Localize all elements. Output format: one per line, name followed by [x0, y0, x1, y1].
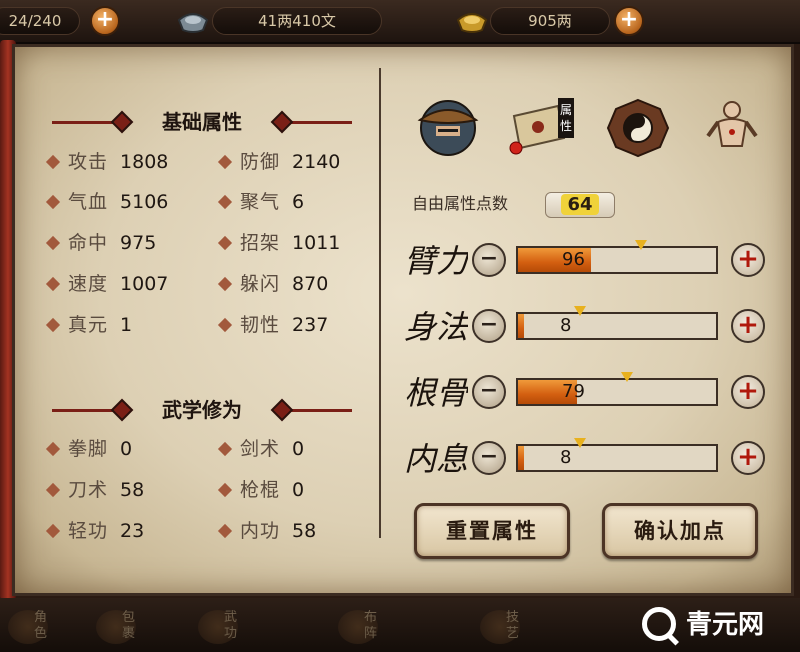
stat-spear-staff: 枪棍 0 — [216, 478, 304, 502]
inner-breath-bar: 8 — [516, 438, 718, 472]
bullet-icon — [45, 523, 61, 538]
increase-inner-breath-button[interactable]: + — [731, 441, 765, 475]
stat-gather-qi: 聚气 6 — [216, 190, 304, 214]
panel-divider — [379, 68, 381, 538]
bullet-icon — [45, 317, 61, 332]
agility-bar: 8 — [516, 306, 718, 340]
silver-amount: 41两410文 — [212, 7, 382, 35]
free-points-value: 64 — [561, 194, 599, 215]
reset-attributes-button[interactable]: 重置属性 — [414, 503, 570, 559]
stat-defense: 防御 2140 — [216, 150, 340, 174]
stat-parry: 招架 1011 — [216, 231, 340, 255]
svg-text:根骨: 根骨 — [404, 374, 468, 412]
bullet-icon — [217, 194, 233, 209]
svg-text:臂力: 臂力 — [404, 242, 468, 280]
nav-formation[interactable]: 布阵 — [324, 604, 394, 650]
martial-arts-title: 武学修为 — [52, 396, 352, 424]
bullet-icon — [217, 276, 233, 291]
basic-attributes-title: 基础属性 — [52, 108, 352, 136]
bullet-icon — [217, 235, 233, 250]
stat-speed: 速度 1007 — [44, 272, 168, 296]
stat-toughness: 韧性 237 — [216, 313, 328, 337]
agility-marker — [574, 306, 586, 316]
agility-value: 8 — [560, 315, 572, 336]
constitution-bar: 79 — [516, 372, 718, 406]
nav-skills[interactable]: 技艺 — [466, 604, 536, 650]
free-points-box: 64 — [545, 192, 615, 218]
tab-badge-char: 性 — [560, 119, 572, 133]
scroll-attributes-icon[interactable]: 属 性 — [508, 96, 576, 158]
increase-strength-button[interactable]: + — [731, 243, 765, 277]
attribute-label-agility: 身法 — [404, 308, 468, 346]
decrease-strength-button[interactable]: − — [472, 243, 506, 277]
bagua-icon[interactable] — [604, 96, 672, 158]
inner-breath-bar-fill — [518, 446, 524, 470]
section-title-text: 基础属性 — [162, 110, 242, 134]
bullet-icon — [45, 276, 61, 291]
attribute-label-constitution: 根骨 — [404, 374, 468, 412]
agility-bar-fill — [518, 314, 524, 338]
stat-lightness: 轻功 23 — [44, 519, 144, 543]
attribute-label-strength: 臂力 — [404, 242, 468, 280]
watermark-logo-icon — [642, 606, 676, 641]
svg-text:内息: 内息 — [404, 440, 468, 478]
stat-sword: 剑术 0 — [216, 437, 304, 461]
decrease-inner-breath-button[interactable]: − — [472, 441, 506, 475]
bullet-icon — [45, 235, 61, 250]
bullet-icon — [217, 523, 233, 538]
strength-marker — [635, 240, 647, 250]
inner-breath-marker — [574, 438, 586, 448]
stat-attack: 攻击 1808 — [44, 150, 168, 174]
stat-hp: 气血 5106 — [44, 190, 168, 214]
bullet-icon — [45, 441, 61, 456]
increase-constitution-button[interactable]: + — [731, 375, 765, 409]
svg-text:身法: 身法 — [404, 308, 468, 346]
bullet-icon — [217, 317, 233, 332]
bullet-icon — [217, 154, 233, 169]
add-gold-button[interactable]: + — [614, 6, 644, 36]
silver-ingot-icon — [177, 13, 209, 33]
bullet-icon — [45, 154, 61, 169]
bullet-icon — [217, 441, 233, 456]
stat-blade: 刀术 58 — [44, 478, 144, 502]
confirm-points-button[interactable]: 确认加点 — [602, 503, 758, 559]
stat-inner-skill: 内功 58 — [216, 519, 316, 543]
stat-accuracy: 命中 975 — [44, 231, 156, 255]
section-title-text: 武学修为 — [162, 398, 242, 422]
constitution-marker — [621, 372, 633, 382]
meridian-body-icon[interactable] — [698, 96, 766, 158]
gold-ingot-icon — [456, 13, 488, 33]
bullet-icon — [45, 194, 61, 209]
bullet-icon — [217, 482, 233, 497]
decrease-constitution-button[interactable]: − — [472, 375, 506, 409]
tab-badge-char: 属 — [560, 103, 572, 117]
attribute-label-inner-breath: 内息 — [404, 440, 468, 478]
resource-bar: 24/240 + 41两410文 905两 + — [0, 0, 800, 44]
stat-dodge: 躲闪 870 — [216, 272, 328, 296]
strength-bar: 96 — [516, 240, 718, 274]
free-points-label: 自由属性点数 — [412, 194, 509, 213]
nav-character[interactable]: 角色 — [0, 604, 64, 650]
bullet-icon — [45, 482, 61, 497]
inner-breath-value: 8 — [560, 447, 572, 468]
increase-agility-button[interactable]: + — [731, 309, 765, 343]
decrease-agility-button[interactable]: − — [472, 309, 506, 343]
strength-value: 96 — [562, 249, 585, 270]
constitution-value: 79 — [562, 381, 585, 402]
watermark: 青元网 — [622, 598, 800, 652]
character-portrait-icon[interactable] — [414, 96, 482, 158]
gold-amount: 905两 — [490, 7, 610, 35]
add-energy-button[interactable]: + — [90, 6, 120, 36]
stat-true-essence: 真元 1 — [44, 313, 132, 337]
nav-martial-arts[interactable]: 武功 — [184, 604, 254, 650]
nav-bag[interactable]: 包裹 — [82, 604, 152, 650]
energy-counter: 24/240 — [0, 7, 80, 35]
stat-fist: 拳脚 0 — [44, 437, 132, 461]
